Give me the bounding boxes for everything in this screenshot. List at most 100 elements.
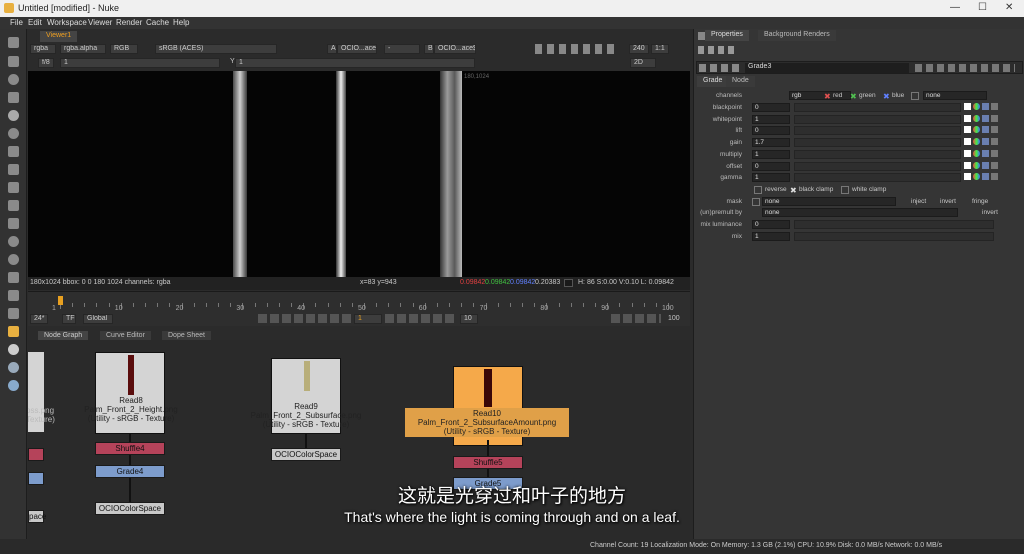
grade4-node[interactable]: Grade4 xyxy=(95,465,165,478)
fps-select[interactable]: 24* xyxy=(30,314,48,324)
grade-node-partial[interactable] xyxy=(28,472,44,485)
shuffle-node-partial[interactable] xyxy=(28,448,44,461)
range-select[interactable]: Global xyxy=(83,314,113,324)
ocio-node-partial[interactable]: pace xyxy=(28,510,46,523)
mask-checkbox[interactable] xyxy=(752,198,760,206)
views-icon[interactable] xyxy=(8,254,19,265)
green-check-icon[interactable]: ✖ xyxy=(850,92,857,101)
viewer-tools-icon[interactable] xyxy=(535,44,615,54)
reverse-checkbox[interactable] xyxy=(754,186,762,194)
red-check-icon[interactable]: ✖ xyxy=(824,92,831,101)
ratio-select[interactable]: 1:1 xyxy=(651,44,669,54)
cara-icon[interactable] xyxy=(8,344,19,355)
particles-icon[interactable] xyxy=(8,218,19,229)
mix-luminance-field[interactable]: 0 xyxy=(752,220,790,229)
b-ocio-select[interactable]: OCIO...ace$ xyxy=(434,44,476,54)
gain-field[interactable]: 1 xyxy=(60,58,220,68)
metadata-icon[interactable] xyxy=(8,272,19,283)
display-select[interactable]: sRGB (ACES) xyxy=(155,44,277,54)
knob-field[interactable]: 1 xyxy=(752,173,790,183)
menu-help[interactable]: Help xyxy=(173,18,189,27)
fstop-field[interactable]: f/8 xyxy=(38,58,54,68)
knob-field[interactable]: 1 xyxy=(752,114,790,124)
knob-slider[interactable] xyxy=(794,173,961,183)
node-header-buttons-icon[interactable] xyxy=(915,64,1015,72)
mix-luminance-slider[interactable] xyxy=(794,220,994,229)
nukex-icon[interactable] xyxy=(8,380,19,391)
image-icon[interactable] xyxy=(8,37,19,48)
playhead-icon[interactable] xyxy=(58,296,63,305)
alpha-select[interactable]: rgba.alpha xyxy=(60,44,106,54)
tab-properties[interactable]: Properties xyxy=(705,30,749,41)
color-icon[interactable] xyxy=(8,110,19,121)
ocio-node-9[interactable]: OCIOColorSpace xyxy=(271,448,341,461)
view-mode-select[interactable]: 2D xyxy=(630,58,656,68)
rgb-select[interactable]: RGB xyxy=(110,44,138,54)
channel-icon[interactable] xyxy=(8,92,19,103)
tab-grade[interactable]: Grade xyxy=(697,76,729,87)
knob-field[interactable]: 0 xyxy=(752,126,790,136)
mask-select[interactable]: none xyxy=(762,197,896,206)
knob-field[interactable]: 1 xyxy=(752,149,790,159)
node-header-icon[interactable] xyxy=(699,64,739,72)
knob-slider[interactable] xyxy=(794,138,961,148)
knob-slider[interactable] xyxy=(794,103,961,112)
knob-slider[interactable] xyxy=(794,114,961,124)
knob-field[interactable]: 0 xyxy=(752,103,790,112)
close-button[interactable]: ✕ xyxy=(1005,2,1013,13)
menu-cache[interactable]: Cache xyxy=(146,18,169,27)
knob-slider[interactable] xyxy=(794,161,961,171)
node-graph[interactable]: oss.png Texture) pace Read8 Palm_Front_2_H… xyxy=(28,340,690,539)
white-clamp-checkbox[interactable] xyxy=(841,186,849,194)
channels-select[interactable]: rgba xyxy=(30,44,56,54)
menu-workspace[interactable]: Workspace xyxy=(47,18,87,27)
shuffle4-node[interactable]: Shuffle4 xyxy=(95,442,165,455)
properties-tools-icon[interactable] xyxy=(698,46,738,54)
alpha-checkbox[interactable] xyxy=(911,92,919,100)
black-clamp-check-icon[interactable]: ✖ xyxy=(790,186,797,195)
menu-file[interactable]: File xyxy=(10,18,23,27)
minimize-button[interactable]: — xyxy=(950,2,960,13)
alpha-select[interactable]: none xyxy=(923,91,987,100)
menu-render[interactable]: Render xyxy=(116,18,142,27)
maximize-button[interactable]: ☐ xyxy=(978,2,987,13)
tab-background-renders[interactable]: Background Renders xyxy=(758,30,836,41)
merge-icon[interactable] xyxy=(8,164,19,175)
knob-buttons-icon[interactable] xyxy=(964,138,1004,147)
current-frame-field[interactable]: 1 xyxy=(354,314,382,324)
tab-viewer1[interactable]: Viewer1 xyxy=(40,31,78,42)
premult-select[interactable]: none xyxy=(762,208,958,217)
viewer-canvas[interactable]: 180,1024 xyxy=(28,71,690,277)
other-icon[interactable] xyxy=(8,308,19,319)
furnace-icon[interactable] xyxy=(8,326,19,337)
wipe-select[interactable]: - xyxy=(384,44,420,54)
blue-check-icon[interactable]: ✖ xyxy=(883,92,890,101)
time-icon[interactable] xyxy=(8,74,19,85)
grade5-node[interactable]: Grade5 xyxy=(453,477,523,490)
knob-buttons-icon[interactable] xyxy=(964,103,1004,112)
knob-buttons-icon[interactable] xyxy=(964,126,1004,135)
knob-field[interactable]: 0 xyxy=(752,161,790,171)
step-field[interactable]: 10 xyxy=(460,314,478,324)
knob-slider[interactable] xyxy=(794,126,961,136)
knob-field[interactable]: 1.7 xyxy=(752,138,790,148)
knob-buttons-icon[interactable] xyxy=(964,114,1004,124)
tab-node[interactable]: Node xyxy=(726,76,755,87)
menu-edit[interactable]: Edit xyxy=(28,18,42,27)
tf-select[interactable]: TF xyxy=(62,314,76,324)
transform-icon[interactable] xyxy=(8,182,19,193)
playback-mode-icon[interactable] xyxy=(611,314,661,323)
shuffle5-node[interactable]: Shuffle5 xyxy=(453,456,523,469)
deep-icon[interactable] xyxy=(8,236,19,247)
filter-icon[interactable] xyxy=(8,128,19,139)
node-name-field[interactable]: Grade3 xyxy=(745,63,909,73)
keyer-icon[interactable] xyxy=(8,146,19,157)
gamma-field[interactable]: 1 xyxy=(235,58,475,68)
mix-field[interactable]: 1 xyxy=(752,232,790,241)
ocula-icon[interactable] xyxy=(8,362,19,373)
knob-buttons-icon[interactable] xyxy=(964,161,1004,171)
a-ocio-select[interactable]: OCIO...ace$ xyxy=(337,44,377,54)
zoom-select[interactable]: 240 xyxy=(629,44,649,54)
knob-slider[interactable] xyxy=(794,149,961,159)
mix-slider[interactable] xyxy=(794,232,994,241)
